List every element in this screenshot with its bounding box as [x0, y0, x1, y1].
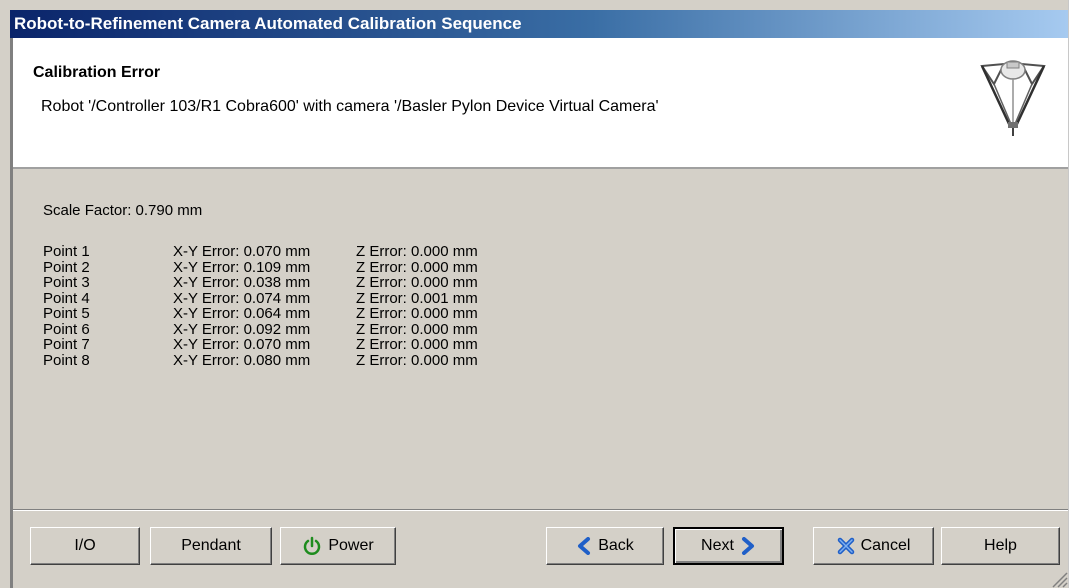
point-z-error: Z Error: 0.000 mm	[356, 336, 478, 353]
point-z-error: Z Error: 0.000 mm	[356, 305, 478, 322]
point-z-error: Z Error: 0.000 mm	[356, 243, 478, 260]
cancel-x-icon	[837, 537, 854, 555]
point-row: Point 4 X-Y Error: 0.074 mm Z Error: 0.001…	[43, 289, 556, 307]
point-name: Point 4	[43, 289, 90, 307]
io-button[interactable]: I/O	[30, 527, 140, 565]
next-arrow-icon	[741, 537, 754, 555]
help-button[interactable]: Help	[941, 527, 1060, 565]
point-row: Point 6 X-Y Error: 0.092 mm Z Error: 0.000…	[43, 320, 556, 338]
point-error-list: Point 1 X-Y Error: 0.070 mm Z Error: 0.000…	[43, 244, 556, 368]
power-button[interactable]: Power	[280, 527, 396, 565]
point-name: Point 7	[43, 336, 90, 353]
point-name: Point 8	[43, 351, 90, 369]
point-xy-error: X-Y Error: 0.070 mm	[173, 243, 311, 260]
io-button-label: I/O	[74, 537, 96, 554]
point-xy-error: X-Y Error: 0.092 mm	[173, 320, 311, 338]
header-subtitle: Robot '/Controller 103/R1 Cobra600' with…	[41, 98, 659, 115]
help-button-label: Help	[984, 537, 1017, 554]
resize-grip-icon[interactable]	[1048, 568, 1068, 588]
point-name: Point 5	[43, 305, 90, 322]
wizard-header: Calibration Error Robot '/Controller 103…	[13, 38, 1068, 169]
next-button[interactable]: Next	[673, 527, 784, 565]
back-arrow-icon	[578, 537, 591, 555]
point-xy-error: X-Y Error: 0.070 mm	[173, 336, 311, 353]
calibration-wizard-window: Robot-to-Refinement Camera Automated Cal…	[0, 0, 1068, 588]
delta-robot-icon	[980, 60, 1046, 136]
window-title-bar[interactable]: Robot-to-Refinement Camera Automated Cal…	[10, 10, 1068, 38]
point-z-error: Z Error: 0.001 mm	[356, 289, 478, 307]
point-z-error: Z Error: 0.000 mm	[356, 258, 478, 276]
point-row: Point 5 X-Y Error: 0.064 mm Z Error: 0.000…	[43, 306, 556, 322]
point-z-error: Z Error: 0.000 mm	[356, 320, 478, 338]
point-z-error: Z Error: 0.000 mm	[356, 274, 478, 291]
pendant-button[interactable]: Pendant	[150, 527, 272, 565]
point-row: Point 8 X-Y Error: 0.080 mm Z Error: 0.000…	[43, 351, 556, 369]
point-z-error: Z Error: 0.000 mm	[356, 351, 478, 369]
point-row: Point 7 X-Y Error: 0.070 mm Z Error: 0.000…	[43, 337, 556, 353]
header-title: Calibration Error	[33, 64, 161, 81]
scale-factor-label: Scale Factor: 0.790 mm	[43, 202, 203, 219]
point-xy-error: X-Y Error: 0.064 mm	[173, 305, 311, 322]
point-name: Point 6	[43, 320, 90, 338]
point-xy-error: X-Y Error: 0.109 mm	[173, 258, 311, 276]
pendant-button-label: Pendant	[181, 537, 241, 554]
calibration-results-panel: Scale Factor: 0.790 mm Point 1 X-Y Error:…	[13, 169, 1068, 509]
point-name: Point 3	[43, 274, 90, 291]
point-name: Point 2	[43, 258, 90, 276]
cancel-button-label: Cancel	[860, 537, 911, 554]
power-icon	[304, 536, 321, 555]
back-button-label: Back	[598, 537, 634, 554]
window-title: Robot-to-Refinement Camera Automated Cal…	[14, 14, 522, 33]
point-xy-error: X-Y Error: 0.074 mm	[173, 289, 311, 307]
next-button-label: Next	[701, 537, 734, 554]
point-row: Point 3 X-Y Error: 0.038 mm Z Error: 0.000…	[43, 275, 556, 291]
background-strip	[1068, 0, 1076, 588]
point-row: Point 2 X-Y Error: 0.109 mm Z Error: 0.000…	[43, 258, 556, 276]
point-row: Point 1 X-Y Error: 0.070 mm Z Error: 0.000…	[43, 244, 556, 260]
power-button-label: Power	[328, 537, 374, 554]
button-bar-separator	[13, 509, 1068, 511]
point-xy-error: X-Y Error: 0.038 mm	[173, 274, 311, 291]
point-name: Point 1	[43, 243, 90, 260]
point-xy-error: X-Y Error: 0.080 mm	[173, 351, 311, 369]
back-button[interactable]: Back	[546, 527, 664, 565]
cancel-button[interactable]: Cancel	[813, 527, 934, 565]
